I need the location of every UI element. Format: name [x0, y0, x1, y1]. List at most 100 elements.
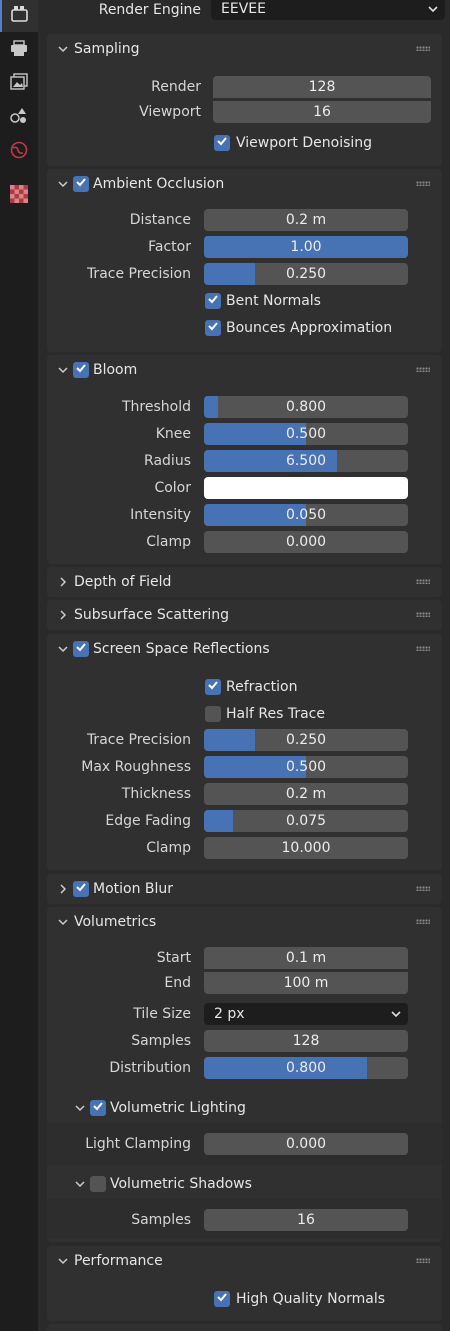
panel-title: Ambient Occlusion — [93, 176, 225, 192]
chevron-down-icon — [73, 1093, 87, 1123]
chevron-down-icon — [56, 169, 70, 199]
volumetric-lighting-checkbox[interactable] — [90, 1100, 106, 1116]
tile-size-dropdown[interactable]: 2 px — [204, 1003, 408, 1025]
drag-handle-icon[interactable] — [416, 367, 430, 372]
next-panel-partial — [47, 1324, 442, 1331]
intensity-slider[interactable]: 0.050 — [204, 504, 408, 526]
render-engine-dropdown[interactable]: EEVEE — [211, 0, 445, 20]
viewport-samples-field[interactable]: 16 — [213, 101, 431, 123]
field-value: 0.800 — [285, 1060, 327, 1076]
max-roughness-slider[interactable]: 0.500 — [204, 756, 408, 778]
ssr-checkbox[interactable] — [73, 641, 89, 657]
ssr-header[interactable]: Screen Space Reflections — [47, 634, 442, 664]
field-value: 0.075 — [285, 813, 327, 829]
view-layer-tab[interactable] — [0, 68, 38, 100]
volumetric-lighting-header[interactable]: Volumetric Lighting — [47, 1093, 442, 1123]
volumetric-shadows-checkbox[interactable] — [90, 1176, 106, 1192]
texture-tab[interactable] — [0, 180, 38, 212]
knee-slider[interactable]: 0.500 — [204, 423, 408, 445]
viewport-samples-label: Viewport — [139, 104, 201, 120]
end-field[interactable]: 100 m — [204, 972, 408, 994]
radius-label: Radius — [144, 453, 191, 469]
checkmark-icon — [216, 135, 228, 151]
drag-handle-icon[interactable] — [416, 612, 430, 617]
bounces-approximation-checkbox[interactable] — [205, 320, 221, 336]
checkmark-icon — [75, 641, 87, 657]
field-value: 0.050 — [285, 507, 327, 523]
motion-blur-header[interactable]: Motion Blur — [47, 874, 442, 904]
panel-title: Screen Space Reflections — [93, 641, 270, 657]
edge-fading-label: Edge Fading — [105, 813, 191, 829]
chevron-down-icon — [56, 1246, 70, 1276]
output-tab[interactable] — [0, 34, 38, 66]
ambient-occlusion-panel: Ambient Occlusion Distance 0.2 m Factor … — [47, 169, 442, 352]
panel-title: Sampling — [74, 41, 140, 57]
drag-handle-icon[interactable] — [416, 579, 430, 584]
radius-slider[interactable]: 6.500 — [204, 450, 408, 472]
chevron-right-icon — [56, 600, 70, 630]
distance-field[interactable]: 0.2 m — [204, 209, 408, 231]
viewport-denoising-checkbox[interactable] — [214, 135, 230, 151]
bent-normals-checkbox[interactable] — [205, 293, 221, 309]
chevron-down-icon — [73, 1169, 87, 1199]
field-value: 0.500 — [285, 426, 327, 442]
subsurface-scattering-panel: Subsurface Scattering — [47, 600, 442, 630]
max-roughness-label: Max Roughness — [81, 759, 191, 775]
high-quality-normals-checkbox[interactable] — [214, 1291, 230, 1307]
subsurface-scattering-header[interactable]: Subsurface Scattering — [47, 600, 442, 630]
render-samples-field[interactable]: 128 — [213, 76, 431, 98]
render-tab[interactable] — [0, 0, 38, 32]
field-value: 0.1 m — [285, 950, 327, 966]
sampling-header[interactable]: Sampling — [47, 34, 442, 64]
volumetric-shadows-header[interactable]: Volumetric Shadows — [47, 1169, 442, 1199]
scene-tab[interactable] — [0, 101, 38, 133]
bloom-checkbox[interactable] — [73, 362, 89, 378]
ambient-occlusion-checkbox[interactable] — [73, 176, 89, 192]
field-value: 0.2 m — [285, 212, 327, 228]
bounces-approximation-label: Bounces Approximation — [226, 320, 393, 336]
clamp-field[interactable]: 0.000 — [204, 531, 408, 553]
volumetric-samples-field[interactable]: 128 — [204, 1030, 408, 1052]
volumetrics-header[interactable]: Volumetrics — [47, 907, 442, 937]
drag-handle-icon[interactable] — [416, 646, 430, 651]
drag-handle-icon[interactable] — [416, 46, 430, 51]
checkmark-icon — [92, 1100, 104, 1116]
bloom-panel: Bloom Threshold 0.800 Knee 0.500 Radius … — [47, 355, 442, 564]
thickness-field[interactable]: 0.2 m — [204, 783, 408, 805]
refraction-checkbox[interactable] — [205, 679, 221, 695]
factor-slider[interactable]: 1.00 — [204, 236, 408, 258]
refraction-label: Refraction — [226, 679, 298, 695]
field-value: 128 — [292, 1033, 320, 1049]
edge-fading-slider[interactable]: 0.075 — [204, 810, 408, 832]
world-tab[interactable] — [0, 136, 38, 168]
half-res-trace-label: Half Res Trace — [226, 706, 325, 722]
distribution-slider[interactable]: 0.800 — [204, 1057, 408, 1079]
light-clamping-field[interactable]: 0.000 — [204, 1133, 408, 1155]
ssr-trace-precision-slider[interactable]: 0.250 — [204, 729, 408, 751]
view-layer-icon — [9, 73, 29, 95]
motion-blur-checkbox[interactable] — [73, 881, 89, 897]
field-value: 16 — [313, 104, 331, 120]
performance-header[interactable]: Performance — [47, 1246, 442, 1276]
start-field[interactable]: 0.1 m — [204, 947, 408, 969]
trace-precision-slider[interactable]: 0.250 — [204, 263, 408, 285]
printer-output-icon — [9, 39, 29, 61]
bloom-color-swatch[interactable] — [204, 477, 408, 499]
threshold-slider[interactable]: 0.800 — [204, 396, 408, 418]
texture-checker-icon — [10, 185, 28, 207]
drag-handle-icon[interactable] — [416, 886, 430, 891]
shadow-samples-field[interactable]: 16 — [204, 1209, 408, 1231]
ambient-occlusion-header[interactable]: Ambient Occlusion — [47, 169, 442, 199]
depth-of-field-header[interactable]: Depth of Field — [47, 567, 442, 597]
drag-handle-icon[interactable] — [416, 919, 430, 924]
volumetric-lighting-subpanel: Volumetric Lighting Light Clamping 0.000 — [47, 1093, 442, 1169]
trace-precision-label: Trace Precision — [86, 266, 191, 282]
drag-handle-icon[interactable] — [416, 1258, 430, 1263]
bloom-header[interactable]: Bloom — [47, 355, 442, 385]
checkmark-icon — [207, 679, 219, 695]
drag-handle-icon[interactable] — [416, 181, 430, 186]
tile-size-value: 2 px — [214, 1006, 245, 1022]
ssr-clamp-field[interactable]: 10.000 — [204, 837, 408, 859]
intensity-label: Intensity — [130, 507, 191, 523]
half-res-trace-checkbox[interactable] — [205, 706, 221, 722]
